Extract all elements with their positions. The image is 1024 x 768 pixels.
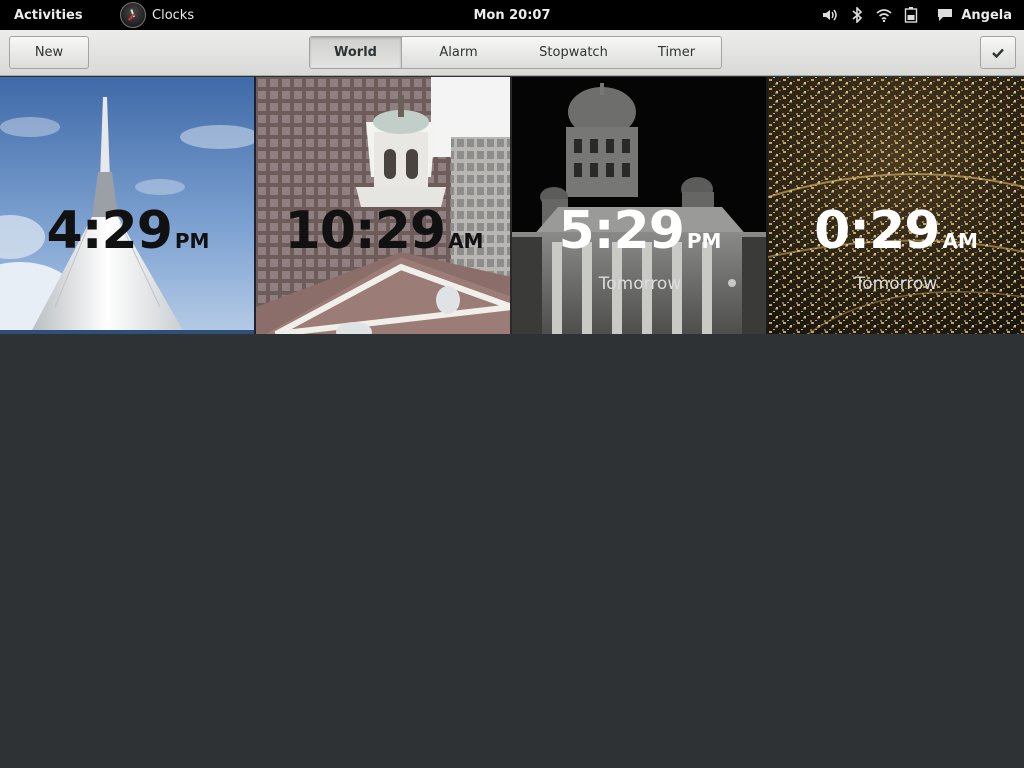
time-value: 5:29 [558,201,685,261]
clock-time: 4:29 PM [0,205,256,257]
time-value: 0:29 [814,201,940,261]
new-button[interactable]: New [9,36,89,69]
app-menu[interactable]: Clocks [120,2,194,28]
view-switcher: World Alarm Stopwatch Timer [309,36,722,69]
clock-time: 0:29 AM [768,205,1024,257]
time-period: PM [174,229,210,253]
volume-icon[interactable] [819,0,841,30]
clock-time: 10:29 AM [256,205,512,257]
world-clock-tile[interactable]: 0:29 AM Tomorrow [768,77,1024,334]
clocks-toolbar: New World Alarm Stopwatch Timer [0,30,1024,76]
app-name: Clocks [152,7,195,23]
status-area: Angela [819,0,1024,30]
time-period: PM [686,229,722,253]
tab-alarm[interactable]: Alarm [402,37,515,68]
done-button[interactable] [980,36,1016,69]
clock-time: 5:29 PM [512,205,768,257]
datetime-menu[interactable]: Mon 20:07 [473,8,550,23]
bluetooth-icon[interactable] [846,0,868,30]
world-clock-tile[interactable]: 10:29 AM [256,77,512,334]
time-value: 4:29 [46,201,173,261]
time-period: AM [448,229,484,253]
battery-icon[interactable] [900,0,922,30]
world-clock-tile[interactable]: 5:29 PM Tomorrow [512,77,768,334]
wifi-icon[interactable] [873,0,895,30]
tab-stopwatch[interactable]: Stopwatch [515,37,632,68]
empty-content-area [0,334,1024,768]
checkmark-icon [992,48,1004,58]
tab-world[interactable]: World [310,37,402,68]
time-period: AM [942,229,978,253]
world-clock-tile[interactable]: 4:29 PM [0,77,256,334]
clock-day-label: Tomorrow [598,274,682,294]
activities-button[interactable]: Activities [14,8,83,23]
user-name: Angela [961,7,1012,23]
time-value: 10:29 [284,201,447,261]
clock-app-icon [120,2,146,28]
top-bar: Activities Clocks Mon 20:07 Angela [0,0,1024,30]
tab-timer[interactable]: Timer [632,37,721,68]
clock-day-label: Tomorrow [854,274,938,294]
user-menu[interactable]: Angela [937,8,1012,23]
chat-icon [938,9,953,21]
